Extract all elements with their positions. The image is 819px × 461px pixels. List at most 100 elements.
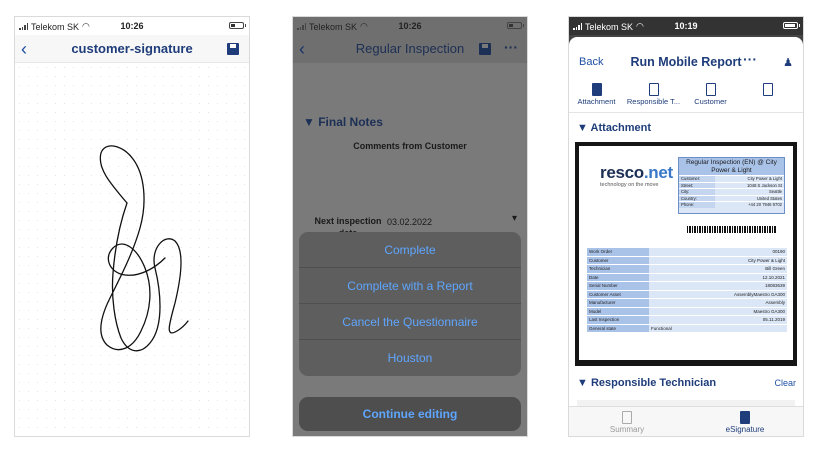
row-value: 18083639: [649, 282, 787, 290]
tab-label: Customer: [694, 97, 727, 106]
status-bar: Telekom SK ◠ 10:26: [15, 17, 249, 35]
document-icon: [622, 411, 632, 424]
nav-bar: ‹ Regular Inspection ···: [293, 35, 527, 63]
nav-bar: ‹ customer-signature: [15, 35, 249, 63]
row-key: Date: [587, 273, 649, 281]
clear-button[interactable]: Clear: [774, 378, 796, 388]
action-cancel-questionnaire[interactable]: Cancel the Questionnaire: [299, 304, 521, 340]
battery-icon: [229, 22, 246, 29]
table-row: General state Functional: [587, 323, 787, 332]
tab-responsible-technician[interactable]: Responsible T...: [626, 83, 681, 106]
section-attachment[interactable]: ▼ Attachment: [577, 122, 651, 134]
page-title: customer-signature: [71, 41, 193, 56]
table-row: Serial Number 18083639: [587, 281, 787, 290]
row-key: Work Order: [587, 248, 649, 256]
table-row: Model Maestro GA300: [587, 306, 787, 315]
row-key: Customer Asset: [587, 290, 649, 298]
header-key: Street:: [679, 182, 715, 188]
report-tabs: Attachment Responsible T... Customer: [569, 83, 803, 113]
section-responsible-technician[interactable]: ▼ Responsible Technician: [577, 377, 716, 389]
section-title: Responsible Technician: [590, 377, 717, 389]
row-key: Manufacturer: [587, 299, 649, 307]
row-value: Bill Green: [649, 265, 787, 273]
inspection-action-sheet-screen: Telekom SK ◠ 10:26 ‹ Regular Inspection …: [292, 16, 528, 437]
report-page: resco.net technology on the move Regular…: [579, 146, 793, 360]
row-key: Serial Number: [587, 282, 649, 290]
row-key: General state: [587, 324, 649, 332]
header-value: +44 20 7946 9702: [748, 202, 782, 207]
user-icon[interactable]: ♟: [783, 56, 793, 69]
continue-editing-button[interactable]: Continue editing: [299, 397, 521, 431]
section-final-notes[interactable]: ▼ Final Notes: [303, 115, 383, 129]
chevron-down-icon[interactable]: ▾: [512, 213, 517, 224]
action-houston[interactable]: Houston: [299, 340, 521, 376]
more-icon[interactable]: ···: [504, 39, 518, 55]
clock: 10:26: [398, 21, 422, 31]
table-row: Manufacturer Assembly: [587, 298, 787, 307]
table-row: Last Inspection 05.11.2019: [587, 315, 787, 324]
page-title: Regular Inspection: [355, 41, 465, 56]
header-key: Customer:: [679, 176, 715, 182]
document-icon: [740, 411, 750, 424]
save-icon[interactable]: [479, 43, 491, 55]
action-sheet: Complete Complete with a Report Cancel t…: [299, 232, 521, 376]
nav-bar: Back Run Mobile Report ··· ♟: [569, 41, 803, 69]
row-value: 12.10.2021: [649, 273, 787, 281]
action-complete[interactable]: Complete: [299, 232, 521, 268]
row-value: City Power & Light: [649, 256, 787, 264]
row-value: Assembly: [649, 299, 787, 307]
logo-tagline: technology on the move: [600, 182, 659, 188]
report-header-box: Regular Inspection (EN) @ City Power & L…: [678, 157, 785, 214]
logo-dot: .net: [643, 163, 673, 182]
table-row: Date 12.10.2021: [587, 272, 787, 281]
tab-extra[interactable]: [740, 83, 795, 97]
row-key: Last Inspection: [587, 316, 649, 324]
battery-icon: [507, 22, 524, 29]
document-icon: [648, 83, 659, 96]
action-complete-with-report[interactable]: Complete with a Report: [299, 268, 521, 304]
tab-summary[interactable]: Summary: [587, 411, 667, 434]
table-row: Customer City Power & Light: [587, 255, 787, 264]
signature-screen: Telekom SK ◠ 10:26 ‹ customer-signature: [14, 16, 250, 437]
more-icon[interactable]: ···: [743, 51, 757, 67]
document-icon: [591, 83, 602, 96]
status-bar: Telekom SK ◠ 10:19: [569, 17, 803, 35]
report-table: Work Order 00190 Customer City Power & Lig…: [587, 247, 787, 332]
status-bar: Telekom SK ◠ 10:26: [293, 17, 527, 35]
header-key: Country:: [679, 195, 715, 201]
report-preview: resco.net technology on the move Regular…: [575, 142, 797, 366]
tab-attachment[interactable]: Attachment: [569, 83, 624, 106]
tab-label: eSignature: [725, 425, 765, 434]
tab-label: Summary: [609, 425, 645, 434]
document-icon: [762, 83, 773, 96]
bottom-tab-bar: Summary eSignature: [569, 406, 803, 436]
row-key: Technician: [587, 265, 649, 273]
tab-label: Responsible T...: [626, 97, 681, 106]
clock: 10:26: [120, 21, 144, 31]
signature-stroke: [99, 145, 189, 352]
tab-label: Attachment: [577, 97, 616, 106]
company-logo: resco.net: [600, 163, 673, 183]
row-key: Model: [587, 307, 649, 315]
header-value: City Power & Light: [747, 176, 782, 181]
header-key: Phone:: [679, 202, 715, 208]
tab-customer[interactable]: Customer: [683, 83, 738, 106]
header-row: Customer: City Power & Light: [679, 175, 784, 182]
tab-esignature[interactable]: eSignature: [705, 411, 785, 434]
save-icon[interactable]: [227, 43, 239, 55]
header-value: 1048 S Jackson St: [747, 182, 782, 188]
header-value: Seattle: [768, 189, 782, 194]
header-key: City:: [679, 189, 715, 195]
header-row: Country: United States: [679, 194, 784, 201]
report-header-title: Regular Inspection (EN) @ City Power & L…: [679, 158, 784, 175]
signature-canvas[interactable]: [15, 63, 249, 436]
next-inspection-value[interactable]: 03.02.2022: [387, 217, 432, 227]
row-value: 00190: [649, 248, 787, 256]
row-value: Maestro GA300: [649, 307, 787, 315]
row-key: Customer: [587, 256, 649, 264]
section-title: Attachment: [590, 122, 652, 134]
clock: 10:19: [674, 21, 698, 31]
row-value: 05.11.2019: [649, 316, 787, 324]
table-row: Work Order 00190: [587, 247, 787, 256]
header-row: Street: 1048 S Jackson St: [679, 181, 784, 188]
